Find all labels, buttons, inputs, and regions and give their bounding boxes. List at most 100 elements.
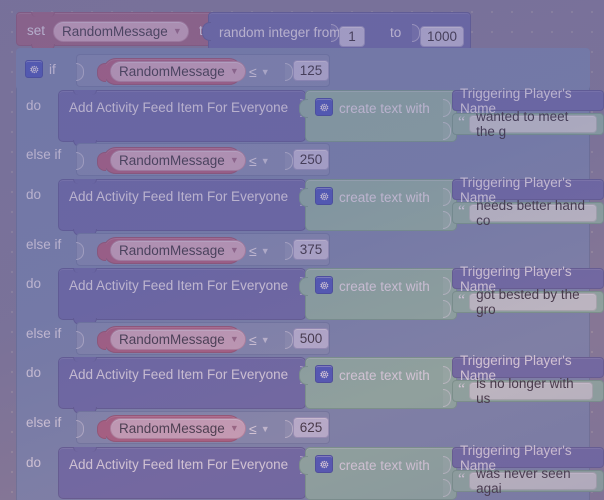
join-item-socket-4b[interactable] — [443, 389, 451, 407]
chevron-down-icon: ▼ — [229, 66, 239, 76]
set-variable-dropdown[interactable]: RandomMessage ▼ — [53, 21, 189, 42]
compare-value-field-4[interactable]: 500 — [293, 328, 329, 349]
text-string-block-5[interactable]: “ was never seen agai — [452, 466, 604, 496]
add-activity-feed-item-block-2[interactable]: Add Activity Feed Item For Everyone — [58, 179, 308, 236]
triggering-player-name-block-5[interactable]: Triggering Player's Name — [452, 443, 604, 473]
join-item-socket-4a[interactable] — [443, 366, 451, 384]
if-condition-row-4[interactable]: RandomMessage ▼ ≤ ▼ 500 — [76, 322, 330, 355]
comparison-operator-2[interactable]: ≤ ▼ — [249, 152, 270, 170]
gear-icon[interactable] — [25, 60, 43, 78]
triggering-player-name-block-2[interactable]: Triggering Player's Name — [452, 175, 604, 205]
text-string-field-1[interactable]: wanted to meet the g — [469, 109, 598, 139]
if-condition-row-5[interactable]: RandomMessage ▼ ≤ ▼ 625 — [76, 411, 330, 444]
compare-value-field-2[interactable]: 250 — [293, 149, 329, 170]
if-condition-row-3[interactable]: RandomMessage ▼ ≤ ▼ 375 — [76, 233, 330, 266]
block-notch-top — [73, 179, 97, 184]
variable-dropdown-2[interactable]: RandomMessage ▼ — [110, 150, 246, 171]
text-string-block-1[interactable]: “ wanted to meet the g — [452, 109, 604, 139]
condition-socket-2[interactable] — [76, 152, 84, 170]
triggering-player-name-block-4[interactable]: Triggering Player's Name — [452, 353, 604, 383]
gear-icon[interactable] — [315, 98, 333, 116]
join-item-socket-5b[interactable] — [443, 479, 451, 497]
do-label-5: do — [26, 455, 42, 470]
gear-icon[interactable] — [315, 276, 333, 294]
variable-dropdown-1[interactable]: RandomMessage ▼ — [110, 61, 246, 82]
random-integer-label: random integer from — [219, 25, 341, 40]
block-notch-top — [31, 12, 55, 17]
add-activity-feed-item-block-1[interactable]: Add Activity Feed Item For Everyone — [58, 90, 308, 147]
variable-get-block-1[interactable]: RandomMessage ▼ — [97, 58, 246, 85]
block-output-plug — [299, 99, 308, 118]
blockly-workspace[interactable]: set RandomMessage ▼ to random integer fr… — [0, 0, 604, 500]
math-random-integer-block[interactable]: random integer from 1 to 1000 — [202, 12, 471, 51]
gear-icon[interactable] — [315, 365, 333, 383]
compare-rhs-socket-4[interactable] — [285, 331, 293, 349]
random-from-field[interactable]: 1 — [339, 26, 365, 47]
text-string-field-3[interactable]: got bested by the gro — [469, 287, 598, 317]
do-label-3: do — [26, 276, 42, 291]
triggering-player-name-block-3[interactable]: Triggering Player's Name — [452, 264, 604, 294]
variable-dropdown-4[interactable]: RandomMessage ▼ — [110, 329, 246, 350]
join-item-socket-2a[interactable] — [443, 188, 451, 206]
create-text-with-block-4[interactable]: create text with — [299, 357, 457, 409]
compare-value-field-3[interactable]: 375 — [293, 239, 329, 260]
variable-get-block-2[interactable]: RandomMessage ▼ — [97, 147, 246, 174]
create-text-with-block-2[interactable]: create text with — [299, 179, 457, 231]
join-item-socket-1a[interactable] — [443, 99, 451, 117]
join-item-socket-2b[interactable] — [443, 211, 451, 229]
operator-symbol-1: ≤ — [249, 64, 257, 80]
comparison-operator-4[interactable]: ≤ ▼ — [249, 331, 270, 349]
chevron-down-icon: ▼ — [260, 423, 270, 434]
variable-dropdown-5[interactable]: RandomMessage ▼ — [110, 418, 246, 439]
chevron-down-icon: ▼ — [260, 66, 270, 77]
gear-icon[interactable] — [315, 455, 333, 473]
block-notch-top — [73, 357, 97, 362]
compare-rhs-socket-5[interactable] — [285, 420, 293, 438]
text-string-block-2[interactable]: “ needs better hand co — [452, 198, 604, 228]
if-condition-row-2[interactable]: RandomMessage ▼ ≤ ▼ 250 — [76, 143, 330, 176]
quote-mark-icon: “ — [458, 470, 466, 488]
create-text-with-block-5[interactable]: create text with — [299, 447, 457, 500]
random-to-socket[interactable] — [412, 24, 420, 42]
block-output-plug — [299, 366, 308, 385]
add-activity-feed-item-block-5[interactable]: Add Activity Feed Item For Everyone — [58, 447, 308, 499]
condition-socket-3[interactable] — [76, 242, 84, 260]
compare-value-field-1[interactable]: 125 — [293, 60, 329, 81]
condition-socket-5[interactable] — [76, 420, 84, 438]
compare-rhs-socket-2[interactable] — [285, 152, 293, 170]
if-condition-row-1[interactable]: RandomMessage ▼ ≤ ▼ 125 — [76, 54, 330, 87]
variable-get-block-5[interactable]: RandomMessage ▼ — [97, 415, 246, 442]
variable-get-block-4[interactable]: RandomMessage ▼ — [97, 326, 246, 353]
text-string-block-4[interactable]: “ is no longer with us — [452, 376, 604, 406]
join-item-socket-3b[interactable] — [443, 300, 451, 318]
comparison-operator-1[interactable]: ≤ ▼ — [249, 63, 270, 81]
text-string-field-5[interactable]: was never seen agai — [469, 466, 598, 496]
create-text-with-label-4: create text with — [339, 368, 430, 383]
block-output-plug — [97, 63, 106, 82]
condition-socket-1[interactable] — [76, 63, 84, 81]
compare-rhs-socket-1[interactable] — [285, 63, 293, 81]
set-variable-block[interactable]: set RandomMessage ▼ to — [16, 12, 228, 51]
text-string-field-2[interactable]: needs better hand co — [469, 198, 598, 228]
random-to-field[interactable]: 1000 — [420, 26, 464, 47]
text-string-field-4[interactable]: is no longer with us — [469, 376, 594, 406]
triggering-player-name-block-1[interactable]: Triggering Player's Name — [452, 86, 604, 116]
compare-rhs-socket-3[interactable] — [285, 242, 293, 260]
add-activity-feed-item-label-5: Add Activity Feed Item For Everyone — [69, 457, 289, 472]
add-activity-feed-item-block-3[interactable]: Add Activity Feed Item For Everyone — [58, 268, 308, 325]
comparison-operator-5[interactable]: ≤ ▼ — [249, 420, 270, 438]
comparison-operator-3[interactable]: ≤ ▼ — [249, 242, 270, 260]
text-string-block-3[interactable]: “ got bested by the gro — [452, 287, 604, 317]
compare-value-field-5[interactable]: 625 — [293, 417, 329, 438]
join-item-socket-5a[interactable] — [443, 456, 451, 474]
variable-dropdown-3[interactable]: RandomMessage ▼ — [110, 240, 246, 261]
add-activity-feed-item-block-4[interactable]: Add Activity Feed Item For Everyone — [58, 357, 308, 414]
join-item-socket-1b[interactable] — [443, 122, 451, 140]
variable-get-block-3[interactable]: RandomMessage ▼ — [97, 237, 246, 264]
if-keyword-label: if — [49, 62, 56, 77]
create-text-with-block-3[interactable]: create text with — [299, 268, 457, 320]
join-item-socket-3a[interactable] — [443, 277, 451, 295]
gear-icon[interactable] — [315, 187, 333, 205]
condition-socket-4[interactable] — [76, 331, 84, 349]
create-text-with-block-1[interactable]: create text with — [299, 90, 457, 142]
